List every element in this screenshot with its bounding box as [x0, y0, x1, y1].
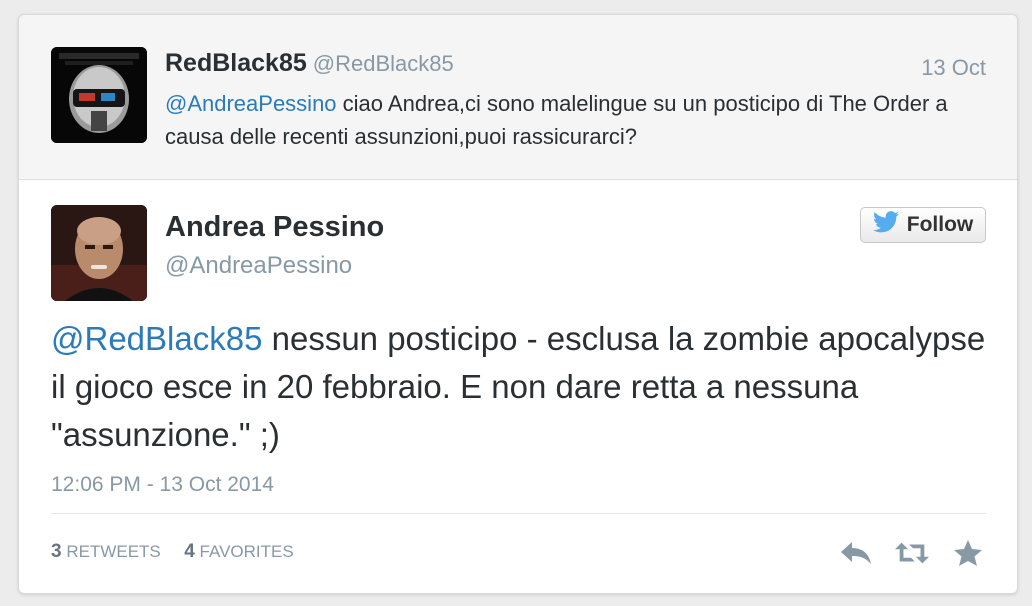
parent-display-name[interactable]: RedBlack85 — [165, 49, 307, 77]
parent-tweet-text: @AndreaPessino ciao Andrea,ci sono malel… — [165, 87, 985, 153]
reply-icon[interactable] — [838, 535, 874, 571]
andrea-pessino-avatar[interactable] — [51, 205, 147, 301]
main-author-handle[interactable]: @AndreaPessino — [165, 252, 352, 280]
parent-tweet-date[interactable]: 13 Oct — [921, 55, 986, 81]
main-author-name[interactable]: Andrea Pessino — [165, 211, 384, 244]
tweet-timestamp[interactable]: 12:06 PM - 13 Oct 2014 — [51, 473, 274, 497]
tweet-stats: 3 RETWEETS 4 FAVORITES — [51, 541, 294, 563]
retweets-label[interactable]: RETWEETS — [66, 542, 160, 561]
favorite-count[interactable]: 4 — [184, 541, 195, 562]
parent-tweet: RedBlack85 @RedBlack85 13 Oct @AndreaPess… — [19, 15, 1017, 180]
favorites-label[interactable]: FAVORITES — [200, 542, 294, 561]
retweet-count[interactable]: 3 — [51, 541, 62, 562]
embedded-tweet-card: RedBlack85 @RedBlack85 13 Oct @AndreaPess… — [18, 14, 1018, 594]
tweet-actions — [838, 535, 986, 571]
parent-author-name[interactable]: RedBlack85 @RedBlack85 — [165, 49, 454, 78]
divider — [51, 513, 986, 514]
main-mention-link[interactable]: @RedBlack85 — [51, 320, 262, 357]
parent-mention-link[interactable]: @AndreaPessino — [165, 91, 337, 116]
parent-handle[interactable]: @RedBlack85 — [313, 51, 454, 76]
main-tweet-text: @RedBlack85 nessun posticipo - esclusa l… — [51, 315, 991, 459]
retweet-icon[interactable] — [894, 535, 930, 571]
star-icon[interactable] — [950, 535, 986, 571]
follow-button[interactable]: Follow — [860, 207, 986, 243]
redblack85-avatar[interactable] — [51, 47, 147, 143]
follow-button-label: Follow — [906, 213, 974, 236]
twitter-bird-icon — [872, 211, 899, 239]
